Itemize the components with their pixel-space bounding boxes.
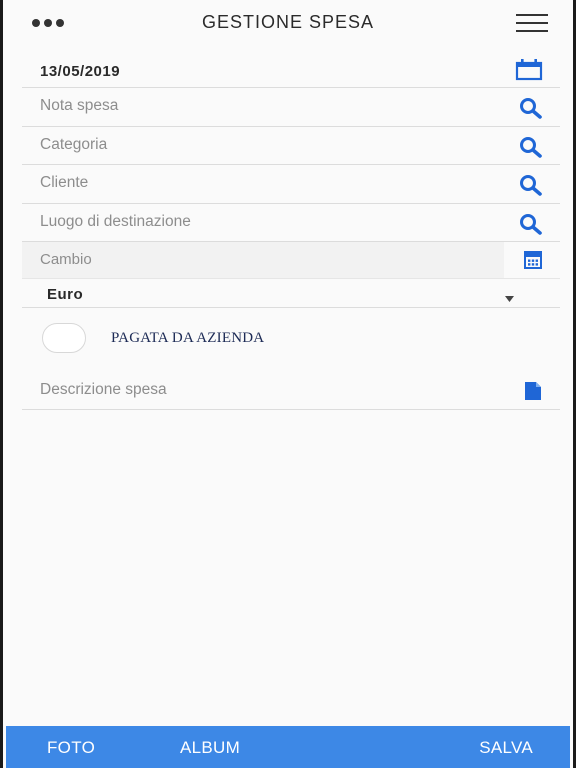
calculator-icon[interactable] bbox=[524, 251, 542, 274]
luogo-destinazione-placeholder: Luogo di destinazione bbox=[40, 213, 191, 230]
nota-spesa-placeholder: Nota spesa bbox=[40, 97, 119, 114]
hamburger-menu-icon[interactable] bbox=[516, 14, 548, 32]
categoria-placeholder: Categoria bbox=[40, 136, 108, 153]
search-icon[interactable] bbox=[518, 97, 544, 124]
caret-down-icon bbox=[505, 289, 514, 307]
date-value: 13/05/2019 bbox=[40, 63, 121, 80]
cambio-input-bg bbox=[22, 242, 504, 278]
luogo-destinazione-field[interactable]: Luogo di destinazione bbox=[22, 204, 560, 242]
document-icon[interactable] bbox=[524, 381, 542, 406]
search-icon[interactable] bbox=[518, 136, 544, 163]
nota-spesa-field[interactable]: Nota spesa bbox=[22, 88, 560, 127]
calendar-icon[interactable] bbox=[515, 59, 543, 86]
salva-button[interactable]: SALVA bbox=[479, 738, 533, 758]
foto-button[interactable]: FOTO bbox=[47, 738, 95, 758]
pagata-toggle[interactable] bbox=[42, 323, 86, 353]
cambio-field[interactable]: Cambio bbox=[22, 242, 560, 279]
top-bar: GESTIONE SPESA bbox=[6, 0, 570, 44]
search-icon[interactable] bbox=[518, 213, 544, 240]
currency-selected-value: Euro bbox=[47, 286, 84, 303]
descrizione-spesa-placeholder: Descrizione spesa bbox=[40, 381, 167, 398]
pagata-label: PAGATA DA AZIENDA bbox=[111, 330, 265, 346]
cambio-placeholder: Cambio bbox=[40, 251, 92, 268]
album-button[interactable]: ALBUM bbox=[180, 738, 240, 758]
categoria-field[interactable]: Categoria bbox=[22, 127, 560, 165]
currency-select[interactable]: Euro bbox=[22, 279, 560, 308]
app-frame: GESTIONE SPESA 13/05/2019 Nota spesa Cat… bbox=[0, 0, 576, 768]
descrizione-spesa-field[interactable]: Descrizione spesa bbox=[22, 372, 560, 410]
cliente-placeholder: Cliente bbox=[40, 174, 89, 191]
bottom-toolbar: FOTO ALBUM SALVA bbox=[6, 726, 570, 768]
cliente-field[interactable]: Cliente bbox=[22, 165, 560, 204]
search-icon[interactable] bbox=[518, 174, 544, 201]
date-field[interactable]: 13/05/2019 bbox=[22, 52, 560, 88]
page-title: GESTIONE SPESA bbox=[201, 12, 375, 32]
